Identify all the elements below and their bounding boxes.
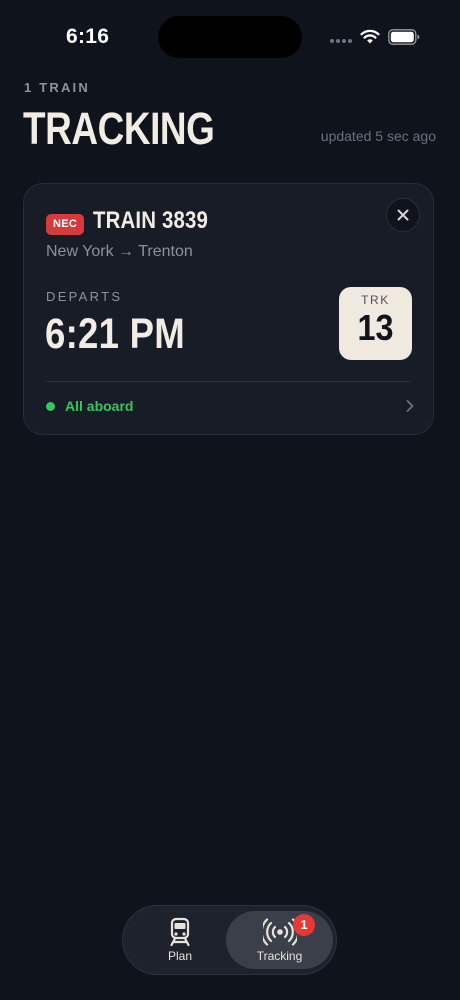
- tab-plan[interactable]: Plan: [133, 911, 227, 969]
- train-icon: [170, 917, 190, 947]
- track-box: TRK 13: [339, 287, 412, 360]
- broadcast-icon: [262, 918, 297, 946]
- signal-icon: [330, 39, 352, 43]
- status-time: 6:16: [66, 25, 110, 48]
- wifi-icon: [360, 29, 380, 44]
- tab-tracking[interactable]: Tracking 1: [226, 911, 333, 969]
- line-badge: NEC: [46, 214, 85, 235]
- departs-label: DEPARTS: [46, 289, 123, 304]
- boarding-status: All aboard: [65, 398, 134, 414]
- track-number: 13: [357, 307, 394, 348]
- page-title: TRACKING: [23, 103, 215, 154]
- train-card[interactable]: NEC TRAIN 3839 New York → Trenton DEPART…: [23, 183, 434, 435]
- status-dot-icon: [46, 401, 55, 411]
- tab-tracking-label: Tracking: [256, 949, 303, 963]
- card-divider: [46, 381, 411, 382]
- last-updated-text: updated 5 sec ago: [320, 128, 436, 144]
- route-text: New York → Trenton: [46, 243, 193, 260]
- dynamic-island: [158, 16, 302, 58]
- tab-bar: Plan Tracking 1: [122, 905, 337, 975]
- close-icon: [397, 209, 409, 221]
- depart-time: 6:21 PM: [45, 310, 185, 358]
- status-bar: 6:16: [0, 0, 460, 70]
- status-row[interactable]: All aboard: [46, 396, 415, 416]
- tab-plan-label: Plan: [167, 949, 193, 963]
- train-number: TRAIN 3839: [93, 207, 209, 234]
- train-count-label: 1 TRAIN: [24, 80, 90, 95]
- chevron-right-icon: [406, 400, 414, 412]
- track-label: TRK: [361, 293, 390, 307]
- battery-icon: [388, 29, 420, 45]
- close-button[interactable]: [386, 198, 420, 232]
- notification-badge: 1: [293, 914, 315, 936]
